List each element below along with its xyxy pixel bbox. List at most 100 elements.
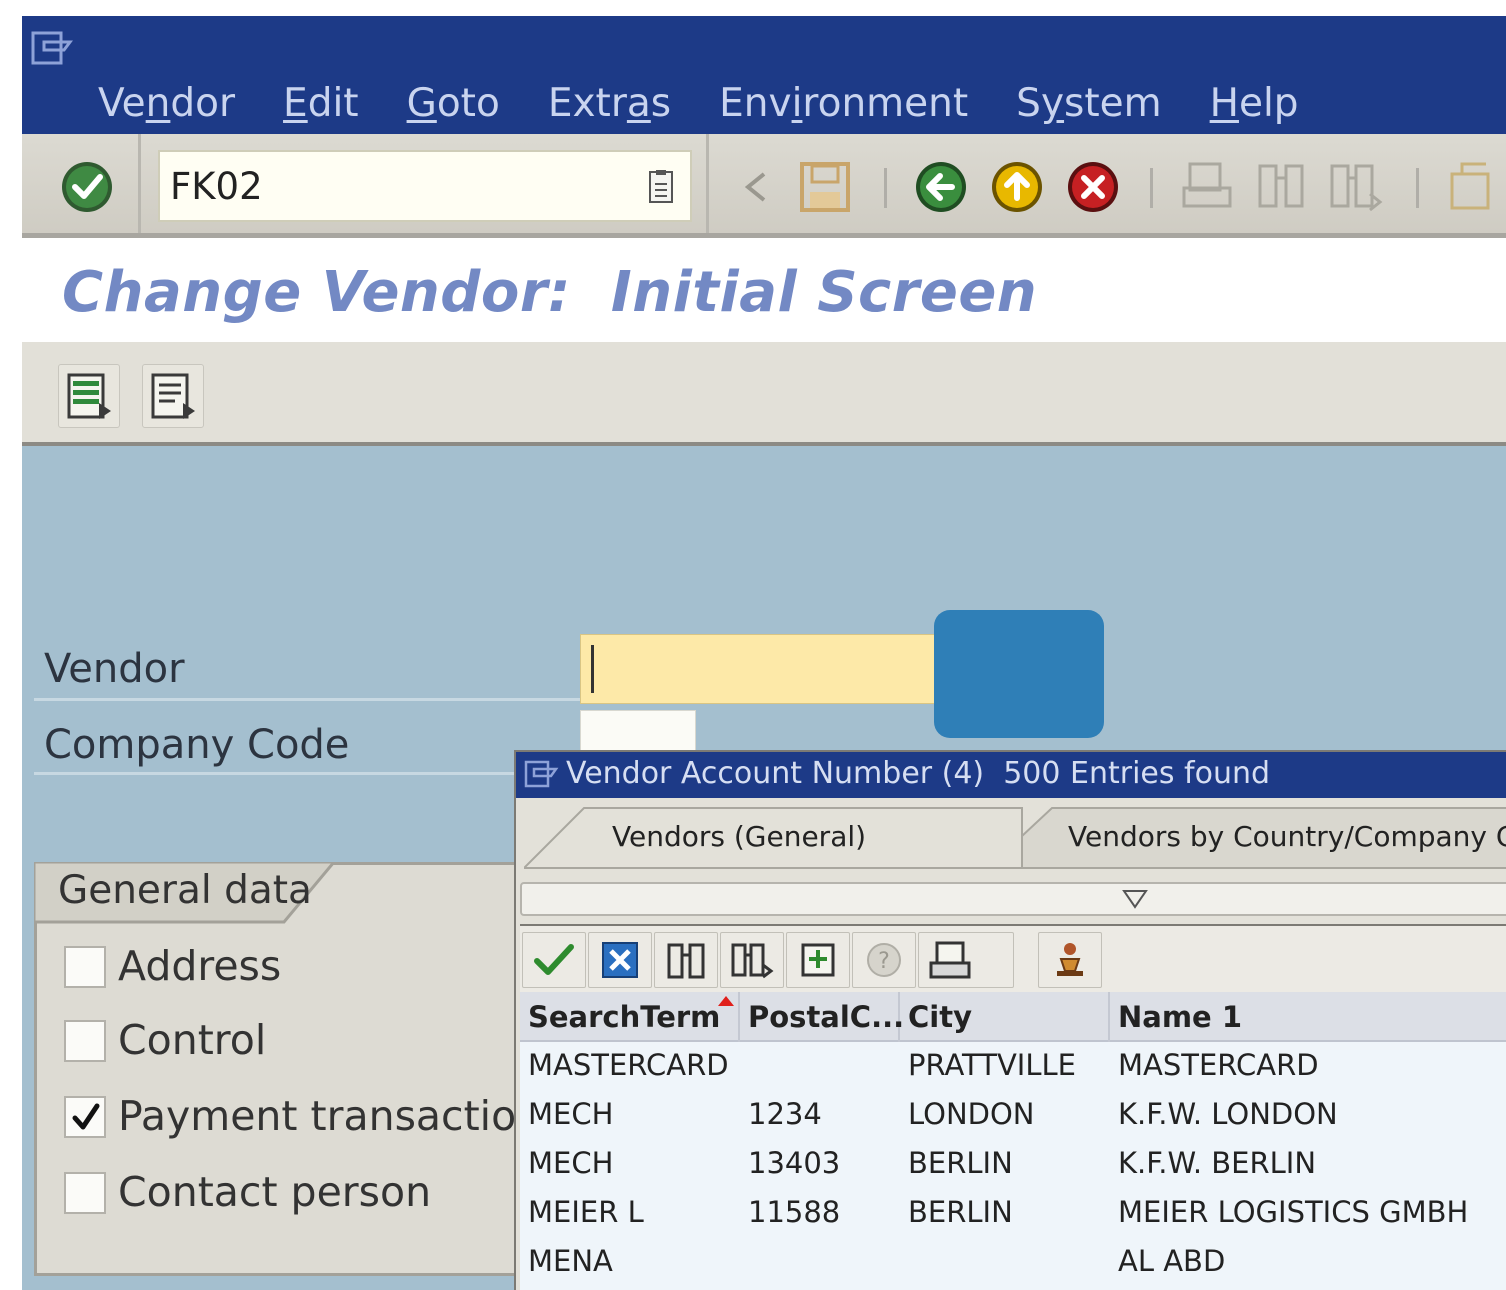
sort-ascending-icon [718,996,734,1006]
cell-searchterm: MECH [528,1146,614,1180]
find-next-icon[interactable] [1326,158,1384,216]
column-header-searchterm[interactable]: SearchTerm [520,992,740,1042]
restriction-toggle-bar[interactable] [520,882,1506,916]
table-row[interactable]: MECH 1234 LONDON K.F.W. LONDON [520,1091,1506,1140]
cell-postal-code: 1234 [748,1097,822,1131]
cancel-icon[interactable] [1064,158,1122,216]
menu-vendor[interactable]: Vendor [98,82,235,126]
find-button[interactable] [654,932,718,988]
menu-environment[interactable]: Environment [719,82,968,126]
cell-name1: AL ABD [1118,1244,1226,1278]
find-icon[interactable] [1252,158,1310,216]
checkmark-icon [534,944,574,975]
column-header-postal-code[interactable]: PostalC... [740,992,904,1042]
menu-system[interactable]: System [1016,82,1161,126]
vendor-document-button[interactable] [142,364,204,428]
control-checkbox[interactable] [64,1020,106,1062]
cell-name1: K.F.W. LONDON [1118,1097,1338,1131]
contact-person-checkbox[interactable] [64,1172,106,1214]
confirm-button[interactable] [522,932,586,988]
search-help-popup: Vendor Account Number (4) 500 Entries fo… [514,750,1506,1290]
menu-extras[interactable]: Extras [548,82,671,126]
cell-name1: MASTERCARD [1118,1048,1319,1082]
redacted-overlay [934,610,1104,738]
standard-toolbar [22,134,1506,238]
find-next-button[interactable] [720,932,784,988]
print-icon [929,941,971,979]
menu-items: Vendor Edit Goto Extras Environment Syst… [98,82,1299,126]
control-label: Control [118,1016,267,1064]
table-row[interactable]: MASTERCARD PRATTVILLE MASTERCARD [520,1042,1506,1091]
new-session-icon[interactable] [1442,158,1500,216]
table-row[interactable]: MENA AL ABD [520,1238,1506,1287]
popup-title: Vendor Account Number (4) 500 Entries fo… [566,756,1271,791]
enter-icon[interactable] [58,158,116,216]
toolbar-divider [1416,168,1419,208]
checkmark-icon [72,1103,100,1130]
payment-transactions-label: Payment transactions [118,1092,564,1140]
chevron-down-icon[interactable] [1122,888,1148,910]
vendor-input[interactable] [580,634,936,704]
address-checkbox[interactable] [64,946,106,988]
insert-icon [801,943,835,977]
user-settings-icon [1057,943,1083,976]
cell-city: BERLIN [908,1146,1013,1180]
print-icon[interactable] [1178,158,1236,216]
cell-name1: K.F.W. BERLIN [1118,1146,1317,1180]
toolbar-divider [884,168,887,208]
payment-transactions-checkbox[interactable] [64,1096,106,1138]
close-icon [602,942,638,978]
popup-system-icon[interactable] [524,760,560,790]
contact-person-label: Contact person [118,1168,432,1216]
find-icon [667,943,705,979]
general-data-title: General data [58,868,312,913]
print-button[interactable] [918,932,1014,988]
vendor-list-button[interactable] [58,364,120,428]
column-header-name1[interactable]: Name 1 [1110,992,1506,1042]
previous-icon[interactable] [728,158,786,216]
help-icon: ? [867,943,901,977]
system-menu-icon[interactable] [30,30,76,68]
find-next-icon [731,943,774,979]
cell-city: PRATTVILLE [908,1048,1076,1082]
table-row[interactable]: MEIER L 11588 BERLIN MEIER LOGISTICS GMB… [520,1189,1506,1238]
column-header-city[interactable]: City [900,992,1110,1042]
command-dropdown-icon[interactable] [646,170,676,204]
insert-selection-button[interactable] [786,932,850,988]
address-label: Address [118,942,282,990]
cell-searchterm: MEIER L [528,1195,644,1229]
menu-bar: Vendor Edit Goto Extras Environment Syst… [22,16,1506,134]
menu-goto[interactable]: Goto [407,82,500,126]
vendor-label: Vendor [44,646,185,692]
help-button[interactable]: ? [852,932,916,988]
cell-city: BERLIN [908,1195,1013,1229]
menu-help[interactable]: Help [1210,82,1299,126]
save-icon[interactable] [796,158,854,216]
application-toolbar [22,342,1506,446]
grid-header: SearchTerm PostalC... City Name 1 [520,992,1506,1042]
command-input[interactable] [170,160,610,212]
result-grid: SearchTerm PostalC... City Name 1 MASTER… [520,992,1506,1290]
cell-searchterm: MENA [528,1244,613,1278]
toolbar-divider [1150,168,1153,208]
page-title: Change Vendor: Initial Screen [62,260,1038,325]
company-code-label-underline [34,772,514,775]
menu-edit[interactable]: Edit [283,82,359,126]
cell-searchterm: MASTERCARD [528,1048,729,1082]
company-code-label: Company Code [44,722,350,768]
exit-icon[interactable] [988,158,1046,216]
cell-searchterm: MECH [528,1097,614,1131]
cancel-button[interactable] [588,932,652,988]
text-caret [591,645,594,693]
toolbar-separator [138,134,141,233]
command-field[interactable] [158,150,692,222]
personal-value-list-button[interactable] [1038,932,1102,988]
popup-tabstrip: Vendors (General) Vendors by Country/Com… [516,798,1506,870]
svg-text:?: ? [878,949,890,974]
back-icon[interactable] [912,158,970,216]
vendor-document-icon [151,373,195,419]
popup-title-bar: Vendor Account Number (4) 500 Entries fo… [516,752,1506,798]
table-row[interactable]: MECH 13403 BERLIN K.F.W. BERLIN [520,1140,1506,1189]
vendor-label-underline [34,698,580,701]
cell-name1: MEIER LOGISTICS GMBH [1118,1195,1469,1229]
